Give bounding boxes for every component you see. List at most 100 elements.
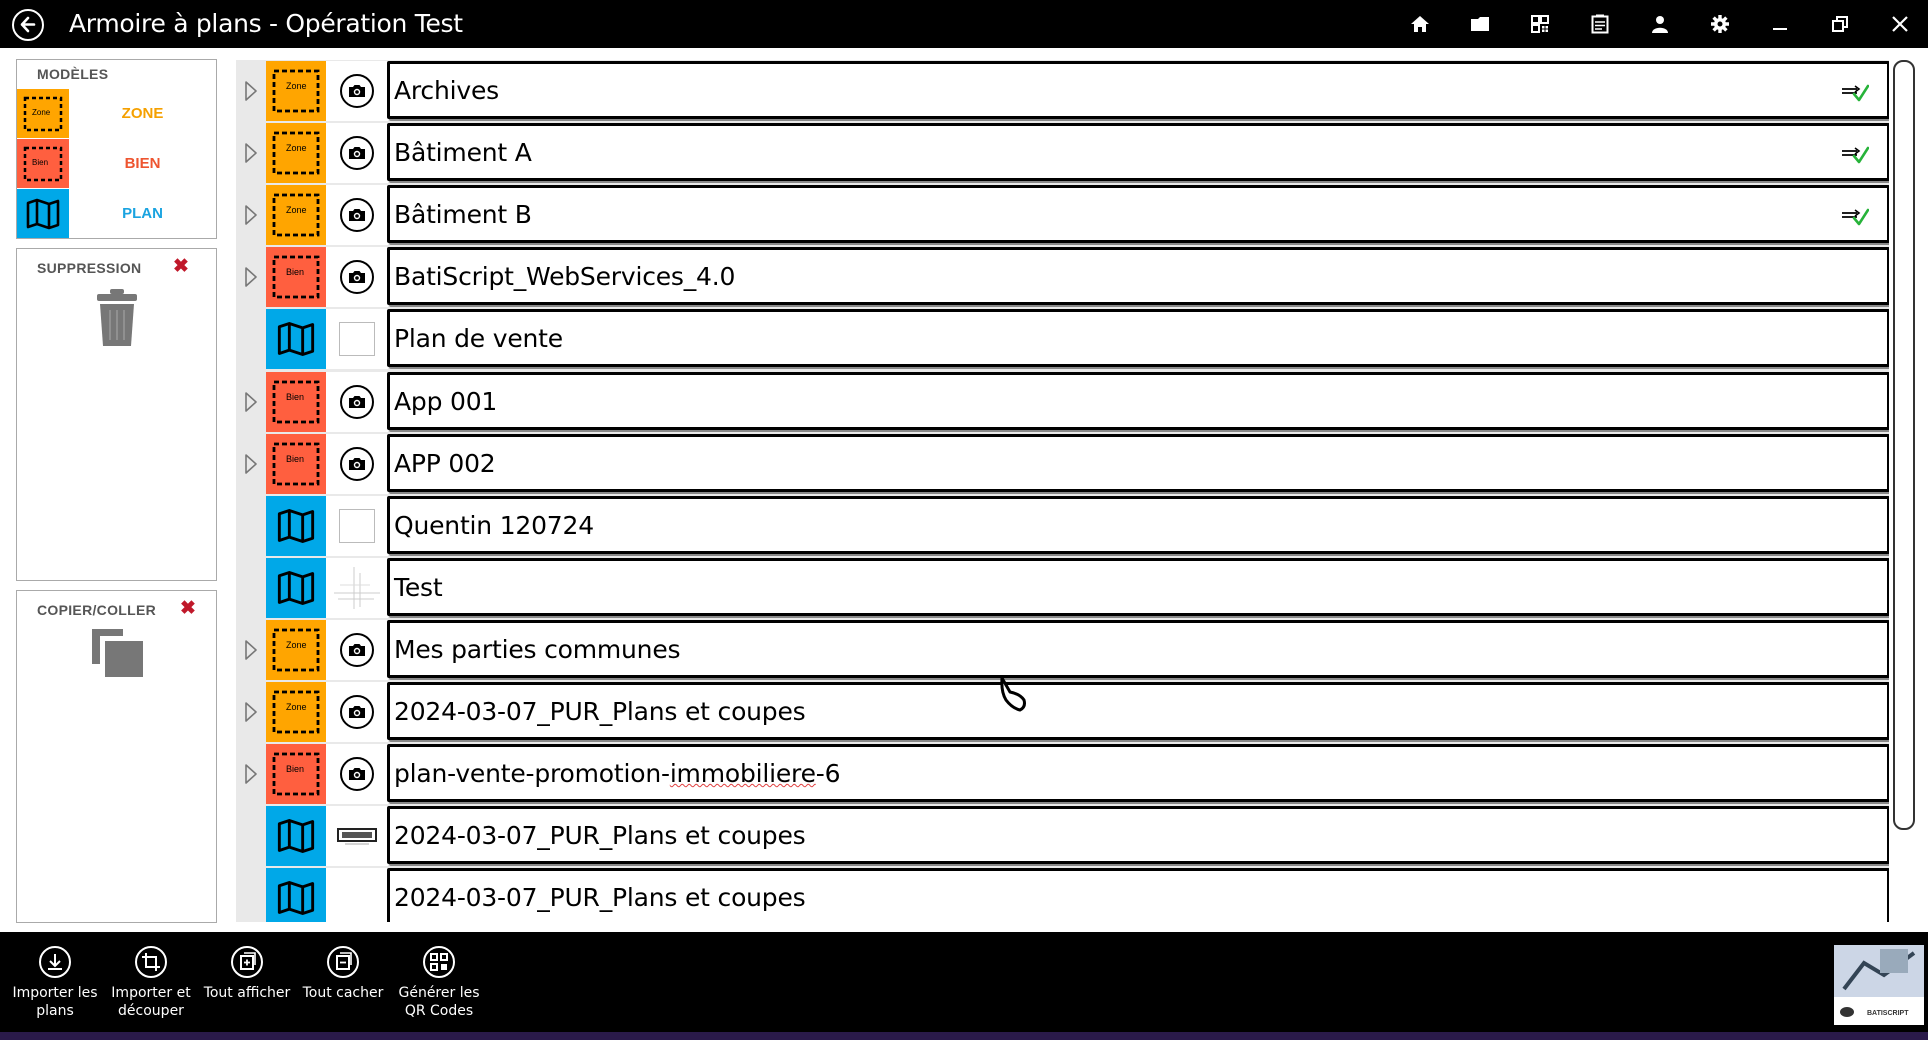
copy-clear-icon[interactable]: ✖ [180, 597, 196, 620]
row-thumbnail[interactable] [326, 557, 388, 618]
list-row[interactable]: Bien APP 002 [236, 433, 1889, 495]
back-button[interactable] [12, 9, 44, 41]
list-row[interactable]: Quentin 120724 [236, 495, 1889, 557]
map-icon[interactable] [266, 495, 326, 556]
list-row[interactable]: 2024-03-07_PUR_Plans et coupes [236, 805, 1889, 867]
list-row[interactable]: Bien plan-vente-promotion-immobiliere-6 [236, 743, 1889, 805]
empty-thumbnail[interactable] [339, 508, 375, 543]
minimize-button[interactable] [1765, 9, 1795, 39]
empty-thumbnail[interactable] [339, 322, 375, 357]
scroll-thumb[interactable] [1893, 60, 1915, 830]
row-name-field[interactable]: Bâtiment A [387, 123, 1889, 182]
row-thumbnail[interactable] [326, 619, 388, 680]
qr-button[interactable] [1525, 9, 1555, 39]
zone-tile-icon[interactable]: Zone [266, 123, 326, 184]
row-thumbnail[interactable] [326, 371, 388, 432]
list-row[interactable]: 2024-03-07_PUR_Plans et coupes [236, 867, 1889, 922]
row-name-field[interactable]: Plan de vente [387, 309, 1889, 368]
folder-button[interactable] [1465, 9, 1495, 39]
settings-button[interactable] [1705, 9, 1735, 39]
zone-tile-icon[interactable]: Zone [266, 61, 326, 121]
zone-tile-icon[interactable]: Zone [266, 619, 326, 680]
expand-chevron-icon[interactable] [244, 142, 258, 164]
row-name-field[interactable]: Bâtiment B [387, 185, 1889, 244]
clipboard-button[interactable] [1585, 9, 1615, 39]
model-bien[interactable]: Bien BIEN [17, 139, 216, 188]
row-name-field[interactable]: APP 002 [387, 433, 1889, 492]
close-button[interactable] [1885, 9, 1915, 39]
list-row[interactable]: Test [236, 557, 1889, 619]
camera-icon[interactable] [340, 632, 374, 667]
list-row[interactable]: Plan de vente [236, 308, 1889, 370]
camera-icon[interactable] [340, 198, 374, 233]
sketch-thumbnail[interactable] [330, 563, 384, 613]
row-thumbnail[interactable] [326, 247, 388, 308]
row-thumbnail[interactable] [326, 744, 388, 805]
drawing-thumbnail[interactable] [337, 824, 377, 848]
delete-clear-icon[interactable]: ✖ [173, 255, 189, 278]
list-scrollbar[interactable] [1891, 60, 1917, 922]
row-thumbnail[interactable] [326, 61, 388, 121]
camera-icon[interactable] [340, 446, 374, 481]
expand-chevron-icon[interactable] [244, 453, 258, 475]
row-thumbnail[interactable] [326, 682, 388, 742]
bien-tile-icon[interactable]: Bien [266, 247, 326, 308]
camera-icon[interactable] [340, 260, 374, 295]
row-name-field[interactable]: 2024-03-07_PUR_Plans et coupes [387, 806, 1889, 865]
row-name-field[interactable]: Test [387, 557, 1889, 616]
camera-icon[interactable] [340, 136, 374, 171]
bien-tile-icon[interactable]: Bien [266, 371, 326, 432]
copy-panel[interactable]: COPIER/COLLER ✖ [16, 590, 217, 923]
list-row[interactable]: Zone Bâtiment A [236, 122, 1889, 184]
row-thumbnail[interactable] [326, 309, 388, 370]
zone-tile-icon[interactable]: Zone [266, 682, 326, 742]
map-icon[interactable] [266, 309, 326, 370]
row-name-field[interactable]: 2024-03-07_PUR_Plans et coupes [387, 682, 1889, 740]
generate-qr-button[interactable]: Générer les QR Codes [391, 946, 487, 1026]
home-button[interactable] [1405, 9, 1435, 39]
expand-chevron-icon[interactable] [244, 639, 258, 661]
row-thumbnail[interactable] [326, 806, 388, 867]
camera-icon[interactable] [340, 757, 374, 792]
show-all-button[interactable]: Tout afficher [199, 946, 295, 1026]
list-row[interactable]: Bien BatiScript_WebServices_4.0 [236, 246, 1889, 308]
expand-chevron-icon[interactable] [244, 204, 258, 226]
delete-panel[interactable]: SUPPRESSION ✖ [16, 248, 217, 581]
list-row[interactable]: Zone 2024-03-07_PUR_Plans et coupes [236, 681, 1889, 743]
row-thumbnail[interactable] [326, 123, 388, 184]
camera-icon[interactable] [340, 695, 374, 729]
list-row[interactable]: Zone Bâtiment B [236, 184, 1889, 246]
row-name-field[interactable]: BatiScript_WebServices_4.0 [387, 247, 1889, 306]
expand-chevron-icon[interactable] [244, 266, 258, 288]
row-name-field[interactable]: Archives [387, 61, 1889, 119]
row-thumbnail[interactable] [326, 185, 388, 246]
list-row[interactable]: Zone Archives [236, 60, 1889, 122]
model-plan[interactable]: PLAN [17, 189, 216, 238]
expand-chevron-icon[interactable] [244, 80, 258, 102]
expand-chevron-icon[interactable] [244, 763, 258, 785]
expand-chevron-icon[interactable] [244, 701, 258, 723]
list-row[interactable]: Zone Mes parties communes [236, 619, 1889, 681]
row-name-field[interactable]: plan-vente-promotion-immobiliere-6 [387, 744, 1889, 803]
row-name-field[interactable]: App 001 [387, 371, 1889, 430]
row-thumbnail[interactable] [326, 495, 388, 556]
bien-tile-icon[interactable]: Bien [266, 433, 326, 494]
row-thumbnail[interactable] [326, 433, 388, 494]
zone-tile-icon[interactable]: Zone [266, 185, 326, 246]
list-row[interactable]: Bien App 001 [236, 371, 1889, 433]
model-zone[interactable]: Zone ZONE [17, 89, 216, 138]
expand-chevron-icon[interactable] [244, 391, 258, 413]
user-button[interactable] [1645, 9, 1675, 39]
row-name-field[interactable]: Quentin 120724 [387, 495, 1889, 554]
row-name-field[interactable]: 2024-03-07_PUR_Plans et coupes [387, 868, 1889, 922]
import-crop-button[interactable]: Importer et découper [103, 946, 199, 1026]
hide-all-button[interactable]: Tout cacher [295, 946, 391, 1026]
row-name-field[interactable]: Mes parties communes [387, 619, 1889, 678]
map-icon[interactable] [266, 806, 326, 867]
camera-icon[interactable] [340, 384, 374, 419]
camera-icon[interactable] [340, 74, 374, 108]
map-icon[interactable] [266, 868, 326, 922]
restore-button[interactable] [1825, 9, 1855, 39]
row-thumbnail[interactable] [326, 868, 388, 922]
map-icon[interactable] [266, 557, 326, 618]
